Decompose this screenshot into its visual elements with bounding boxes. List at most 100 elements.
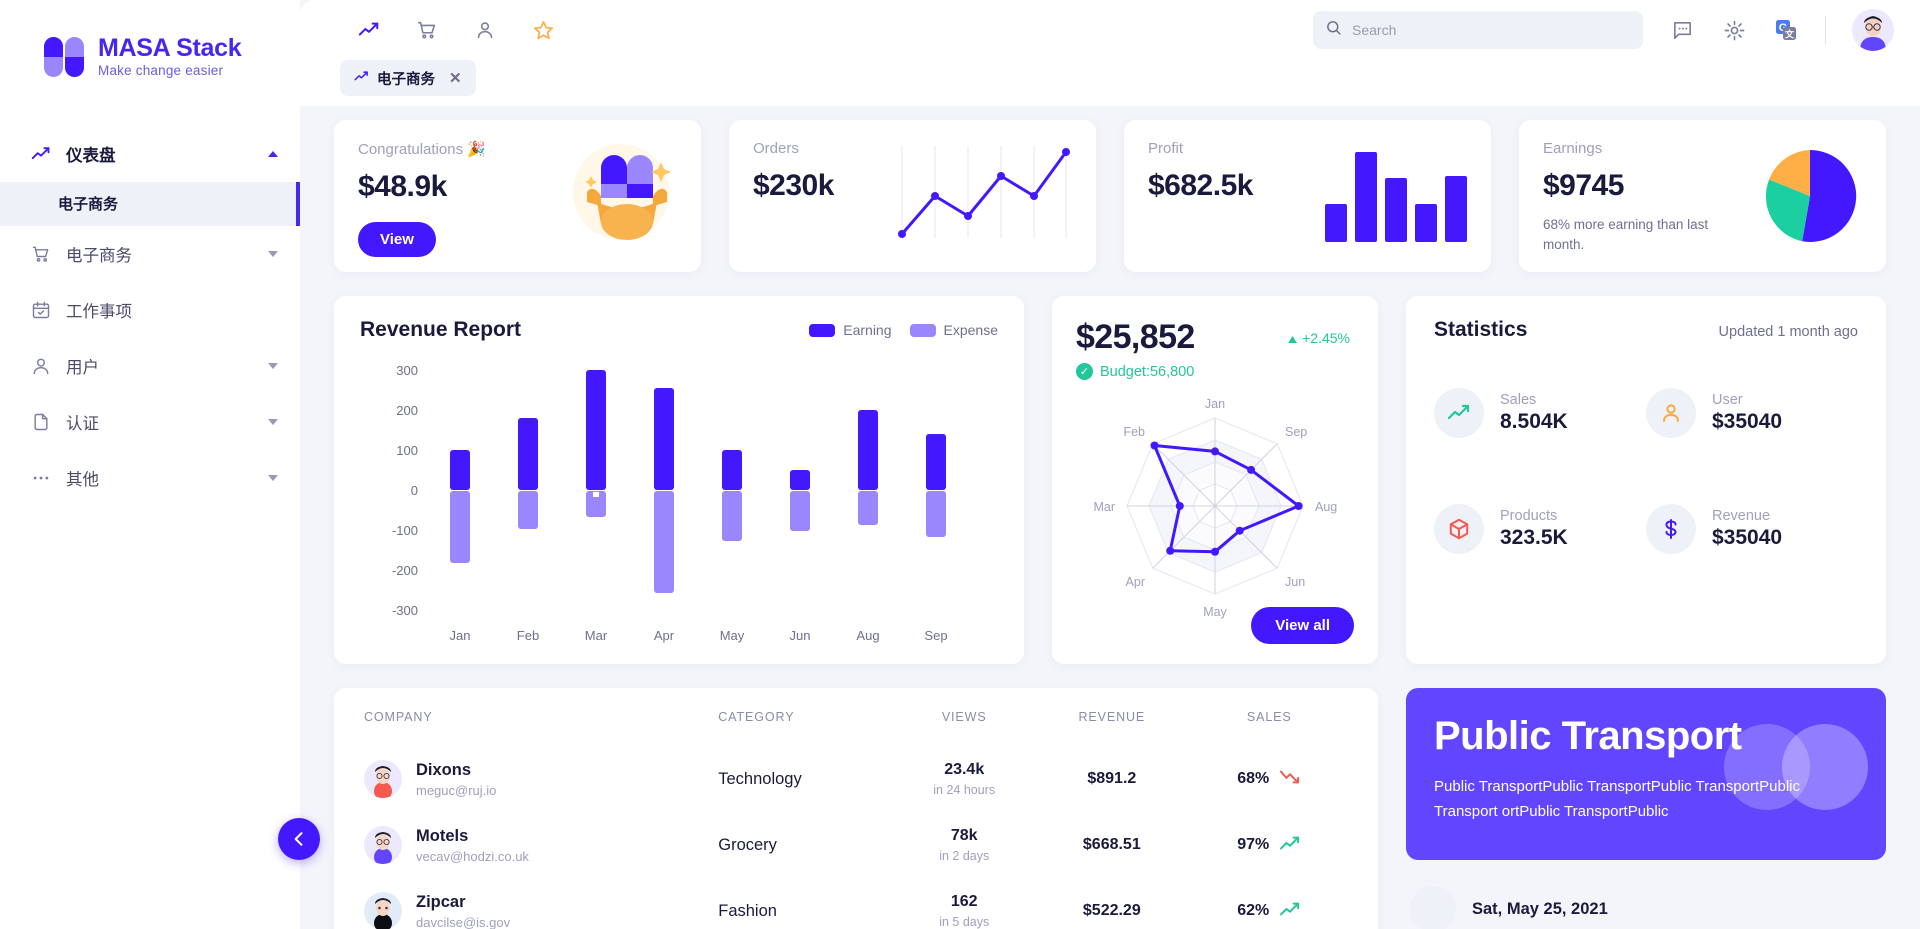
close-icon[interactable]: ✕: [449, 69, 462, 87]
gear-icon[interactable]: [1721, 17, 1747, 43]
caret-up-icon: [1288, 330, 1297, 346]
cart-icon[interactable]: [414, 17, 440, 43]
chevron-down-icon[interactable]: [268, 474, 278, 481]
svg-text:200: 200: [396, 403, 418, 418]
svg-text:文: 文: [1784, 29, 1795, 40]
legend-label: Expense: [943, 322, 998, 338]
divider: [1825, 16, 1826, 44]
table-row[interactable]: Zipcar davcilse@is.gov Fashion 162 in 5 …: [364, 878, 1348, 929]
table-row[interactable]: Motels vecav@hodzi.co.uk Grocery 78k in …: [364, 812, 1348, 878]
star-icon[interactable]: [530, 17, 556, 43]
sidebar: MASA Stack Make change easier 仪表盘 电子商务 电…: [0, 0, 300, 929]
avatar[interactable]: [1852, 9, 1894, 51]
trophy-illustration: [543, 134, 683, 259]
promo-title: Public Transport: [1434, 714, 1742, 758]
svg-text:-200: -200: [392, 563, 418, 578]
avatar: [364, 760, 402, 798]
svg-text:Feb: Feb: [517, 628, 539, 643]
svg-text:Aug: Aug: [856, 628, 879, 643]
chevron-left-icon: [294, 832, 303, 846]
table-row[interactable]: Dixons meguc@ruj.io Technology 23.4k in …: [364, 746, 1348, 812]
svg-text:Sep: Sep: [924, 628, 947, 643]
file-icon: [30, 411, 52, 433]
brand-logo-block[interactable]: MASA Stack Make change easier: [0, 0, 300, 78]
table-header-row: COMPANY CATEGORY VIEWS REVENUE SALES: [364, 710, 1348, 746]
chevron-up-icon[interactable]: [268, 150, 278, 157]
category-cell: Technology: [718, 769, 802, 788]
svg-text:-100: -100: [392, 523, 418, 538]
sidebar-collapse-button[interactable]: [278, 818, 320, 860]
promo-body: Public TransportPublic TransportPublic T…: [1434, 778, 1801, 820]
search-box[interactable]: [1313, 11, 1643, 49]
svg-text:Mar: Mar: [1093, 500, 1115, 514]
company-email: davcilse@is.gov: [416, 914, 511, 929]
calendar-check-icon: [30, 299, 52, 321]
sidebar-item-auth[interactable]: 认证: [0, 394, 300, 450]
legend-label: Earning: [843, 322, 892, 338]
kpi-card-earnings: Earnings $9745 68% more earning than las…: [1519, 120, 1886, 272]
trending-up-icon[interactable]: [356, 17, 382, 43]
calendar-icon: [1410, 886, 1456, 929]
stat-value: $35040: [1712, 410, 1783, 433]
main-area: G文: [300, 0, 1920, 929]
svg-text:300: 300: [396, 363, 418, 378]
sidebar-item-dashboard[interactable]: 仪表盘: [0, 126, 300, 182]
sidebar-item-worklist[interactable]: 工作事项: [0, 282, 300, 338]
svg-text:Jun: Jun: [1285, 575, 1305, 589]
tab-ecommerce[interactable]: 电子商务 ✕: [340, 60, 476, 96]
revenue-legend: Earning Expense: [809, 322, 998, 338]
sidebar-item-ecommerce[interactable]: 电子商务: [0, 226, 300, 282]
view-all-button[interactable]: View all: [1251, 607, 1354, 644]
sidebar-item-other[interactable]: 其他: [0, 450, 300, 506]
views-subtext: in 24 hours: [933, 783, 996, 797]
sidebar-item-label: 认证: [66, 414, 99, 433]
revenue-header: Revenue Report Earning Expense: [360, 318, 998, 342]
svg-text:May: May: [720, 628, 745, 643]
dashboard-content: Congratulations 🎉 $48.9k View Orders $23…: [300, 106, 1920, 929]
sidebar-item-label: 其他: [66, 470, 99, 489]
col-views: VIEWS: [941, 710, 987, 724]
translate-icon[interactable]: G文: [1773, 17, 1799, 43]
chevron-down-icon[interactable]: [268, 418, 278, 425]
company-email: vecav@hodzi.co.uk: [416, 848, 529, 864]
user-icon[interactable]: [472, 17, 498, 43]
stat-value: $35040: [1712, 526, 1783, 549]
sidebar-item-label: 工作事项: [66, 302, 132, 321]
stat-revenue: Revenue $35040: [1646, 504, 1858, 554]
box-icon: [1434, 504, 1484, 554]
svg-text:Apr: Apr: [1126, 575, 1145, 589]
statistics-updated: Updated 1 month ago: [1718, 324, 1858, 340]
trend-down-icon: [1279, 768, 1301, 791]
svg-text:Jan: Jan: [1205, 397, 1225, 411]
kpi-note: 68% more earning than last month.: [1543, 217, 1709, 253]
statistics-card: Statistics Updated 1 month ago Sales 8.5…: [1406, 296, 1886, 664]
views-value: 78k: [950, 827, 978, 844]
topbar: G文: [300, 0, 1920, 60]
sidebar-item-users[interactable]: 用户: [0, 338, 300, 394]
search-icon: [1325, 19, 1342, 41]
chevron-down-icon[interactable]: [268, 362, 278, 369]
company-cell: Zipcar davcilse@is.gov: [364, 892, 718, 929]
stat-products: Products 323.5K: [1434, 504, 1646, 554]
svg-text:Feb: Feb: [1123, 425, 1145, 439]
svg-text:100: 100: [396, 443, 418, 458]
statistics-header: Statistics Updated 1 month ago: [1434, 318, 1858, 342]
chat-icon[interactable]: [1669, 17, 1695, 43]
trending-up-icon: [1434, 388, 1484, 438]
promo-card[interactable]: Public Transport Public TransportPublic …: [1406, 688, 1886, 860]
trend-up-icon: [1279, 834, 1301, 857]
sidebar-item-label: 仪表盘: [66, 146, 116, 165]
statistics-title: Statistics: [1434, 318, 1528, 341]
views-subtext: in 5 days: [939, 915, 990, 929]
views-subtext: in 2 days: [939, 849, 990, 863]
pie-chart: [1760, 146, 1860, 251]
sidebar-item-ecommerce-sub[interactable]: 电子商务: [0, 181, 300, 226]
chevron-down-icon[interactable]: [268, 250, 278, 257]
stat-label: Products: [1500, 508, 1558, 524]
search-input[interactable]: [1352, 22, 1631, 38]
svg-text:Aug: Aug: [1315, 500, 1337, 514]
app-root: MASA Stack Make change easier 仪表盘 电子商务 电…: [0, 0, 1920, 929]
user-icon: [1646, 388, 1696, 438]
view-button[interactable]: View: [358, 222, 436, 257]
svg-text:Mar: Mar: [585, 628, 608, 643]
